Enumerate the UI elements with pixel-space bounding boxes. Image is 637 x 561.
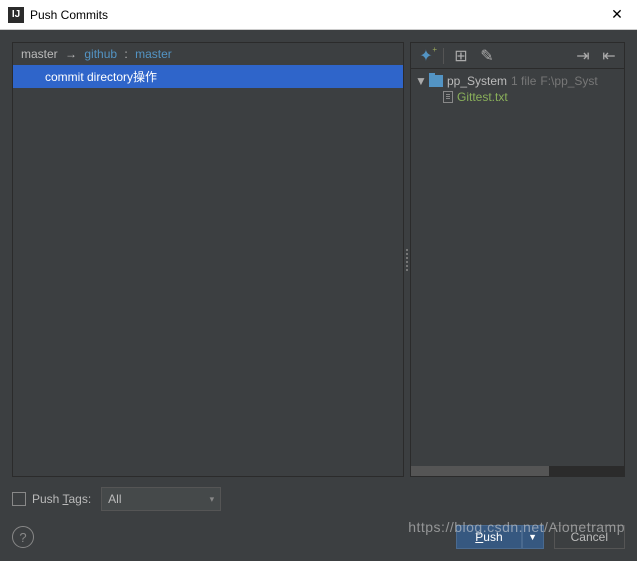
commit-row[interactable]: commit directory操作 xyxy=(13,65,403,88)
chevron-down-icon: ▾ xyxy=(210,494,215,505)
commits-panel: master → github : master commit director… xyxy=(12,42,404,477)
remote-name: github xyxy=(84,47,117,61)
push-tags-select[interactable]: All ▾ xyxy=(101,487,221,511)
options-row: Push Tags: All ▾ xyxy=(12,477,625,515)
colon: : xyxy=(124,47,127,61)
select-value: All xyxy=(108,492,121,506)
file-tree: ▼ pp_System 1 file F:\pp_Syst Gittest.tx… xyxy=(411,69,624,466)
file-count: 1 file xyxy=(511,74,536,88)
panels: master → github : master commit director… xyxy=(12,42,625,477)
arrow-icon: → xyxy=(65,47,77,61)
footer: ? Push ▼ Cancel xyxy=(12,515,625,549)
folder-path: F:\pp_Syst xyxy=(540,74,597,88)
push-tags-label: Push Tags: xyxy=(32,492,91,506)
push-button-group: Push ▼ xyxy=(456,525,543,549)
separator xyxy=(443,48,444,64)
files-toolbar: ✦ ⊞ ✎ ⇥ ⇤ xyxy=(411,43,624,69)
push-tags-checkbox[interactable] xyxy=(12,492,26,506)
remote-branch: master xyxy=(135,47,172,61)
folder-name: pp_System xyxy=(447,74,507,88)
cancel-button[interactable]: Cancel xyxy=(554,525,625,549)
chevron-down-icon[interactable]: ▼ xyxy=(415,74,427,88)
expand-all-icon[interactable]: ⇥ xyxy=(574,47,592,65)
push-dropdown-button[interactable]: ▼ xyxy=(522,525,544,549)
app-icon: IJ xyxy=(8,7,24,23)
group-by-icon[interactable]: ⊞ xyxy=(452,47,470,65)
scrollbar-thumb[interactable] xyxy=(411,466,549,476)
file-name: Gittest.txt xyxy=(457,90,508,104)
file-icon xyxy=(443,91,453,103)
window-title: Push Commits xyxy=(30,8,597,22)
edit-icon[interactable]: ✎ xyxy=(478,47,496,65)
help-button[interactable]: ? xyxy=(12,526,34,548)
horizontal-scrollbar[interactable] xyxy=(411,466,624,476)
files-panel: ✦ ⊞ ✎ ⇥ ⇤ ▼ pp_System 1 file F:\pp_Syst xyxy=(410,42,625,477)
close-button[interactable]: ✕ xyxy=(597,0,637,30)
local-branch: master xyxy=(21,47,58,61)
folder-icon xyxy=(429,75,443,87)
branch-row[interactable]: master → github : master xyxy=(13,43,403,65)
push-button[interactable]: Push xyxy=(456,525,521,549)
tree-file-row[interactable]: Gittest.txt xyxy=(411,89,624,105)
title-bar: IJ Push Commits ✕ xyxy=(0,0,637,30)
diff-icon[interactable]: ✦ xyxy=(417,47,435,65)
collapse-all-icon[interactable]: ⇤ xyxy=(600,47,618,65)
dialog-body: master → github : master commit director… xyxy=(0,30,637,561)
tree-folder-row[interactable]: ▼ pp_System 1 file F:\pp_Syst xyxy=(411,73,624,89)
